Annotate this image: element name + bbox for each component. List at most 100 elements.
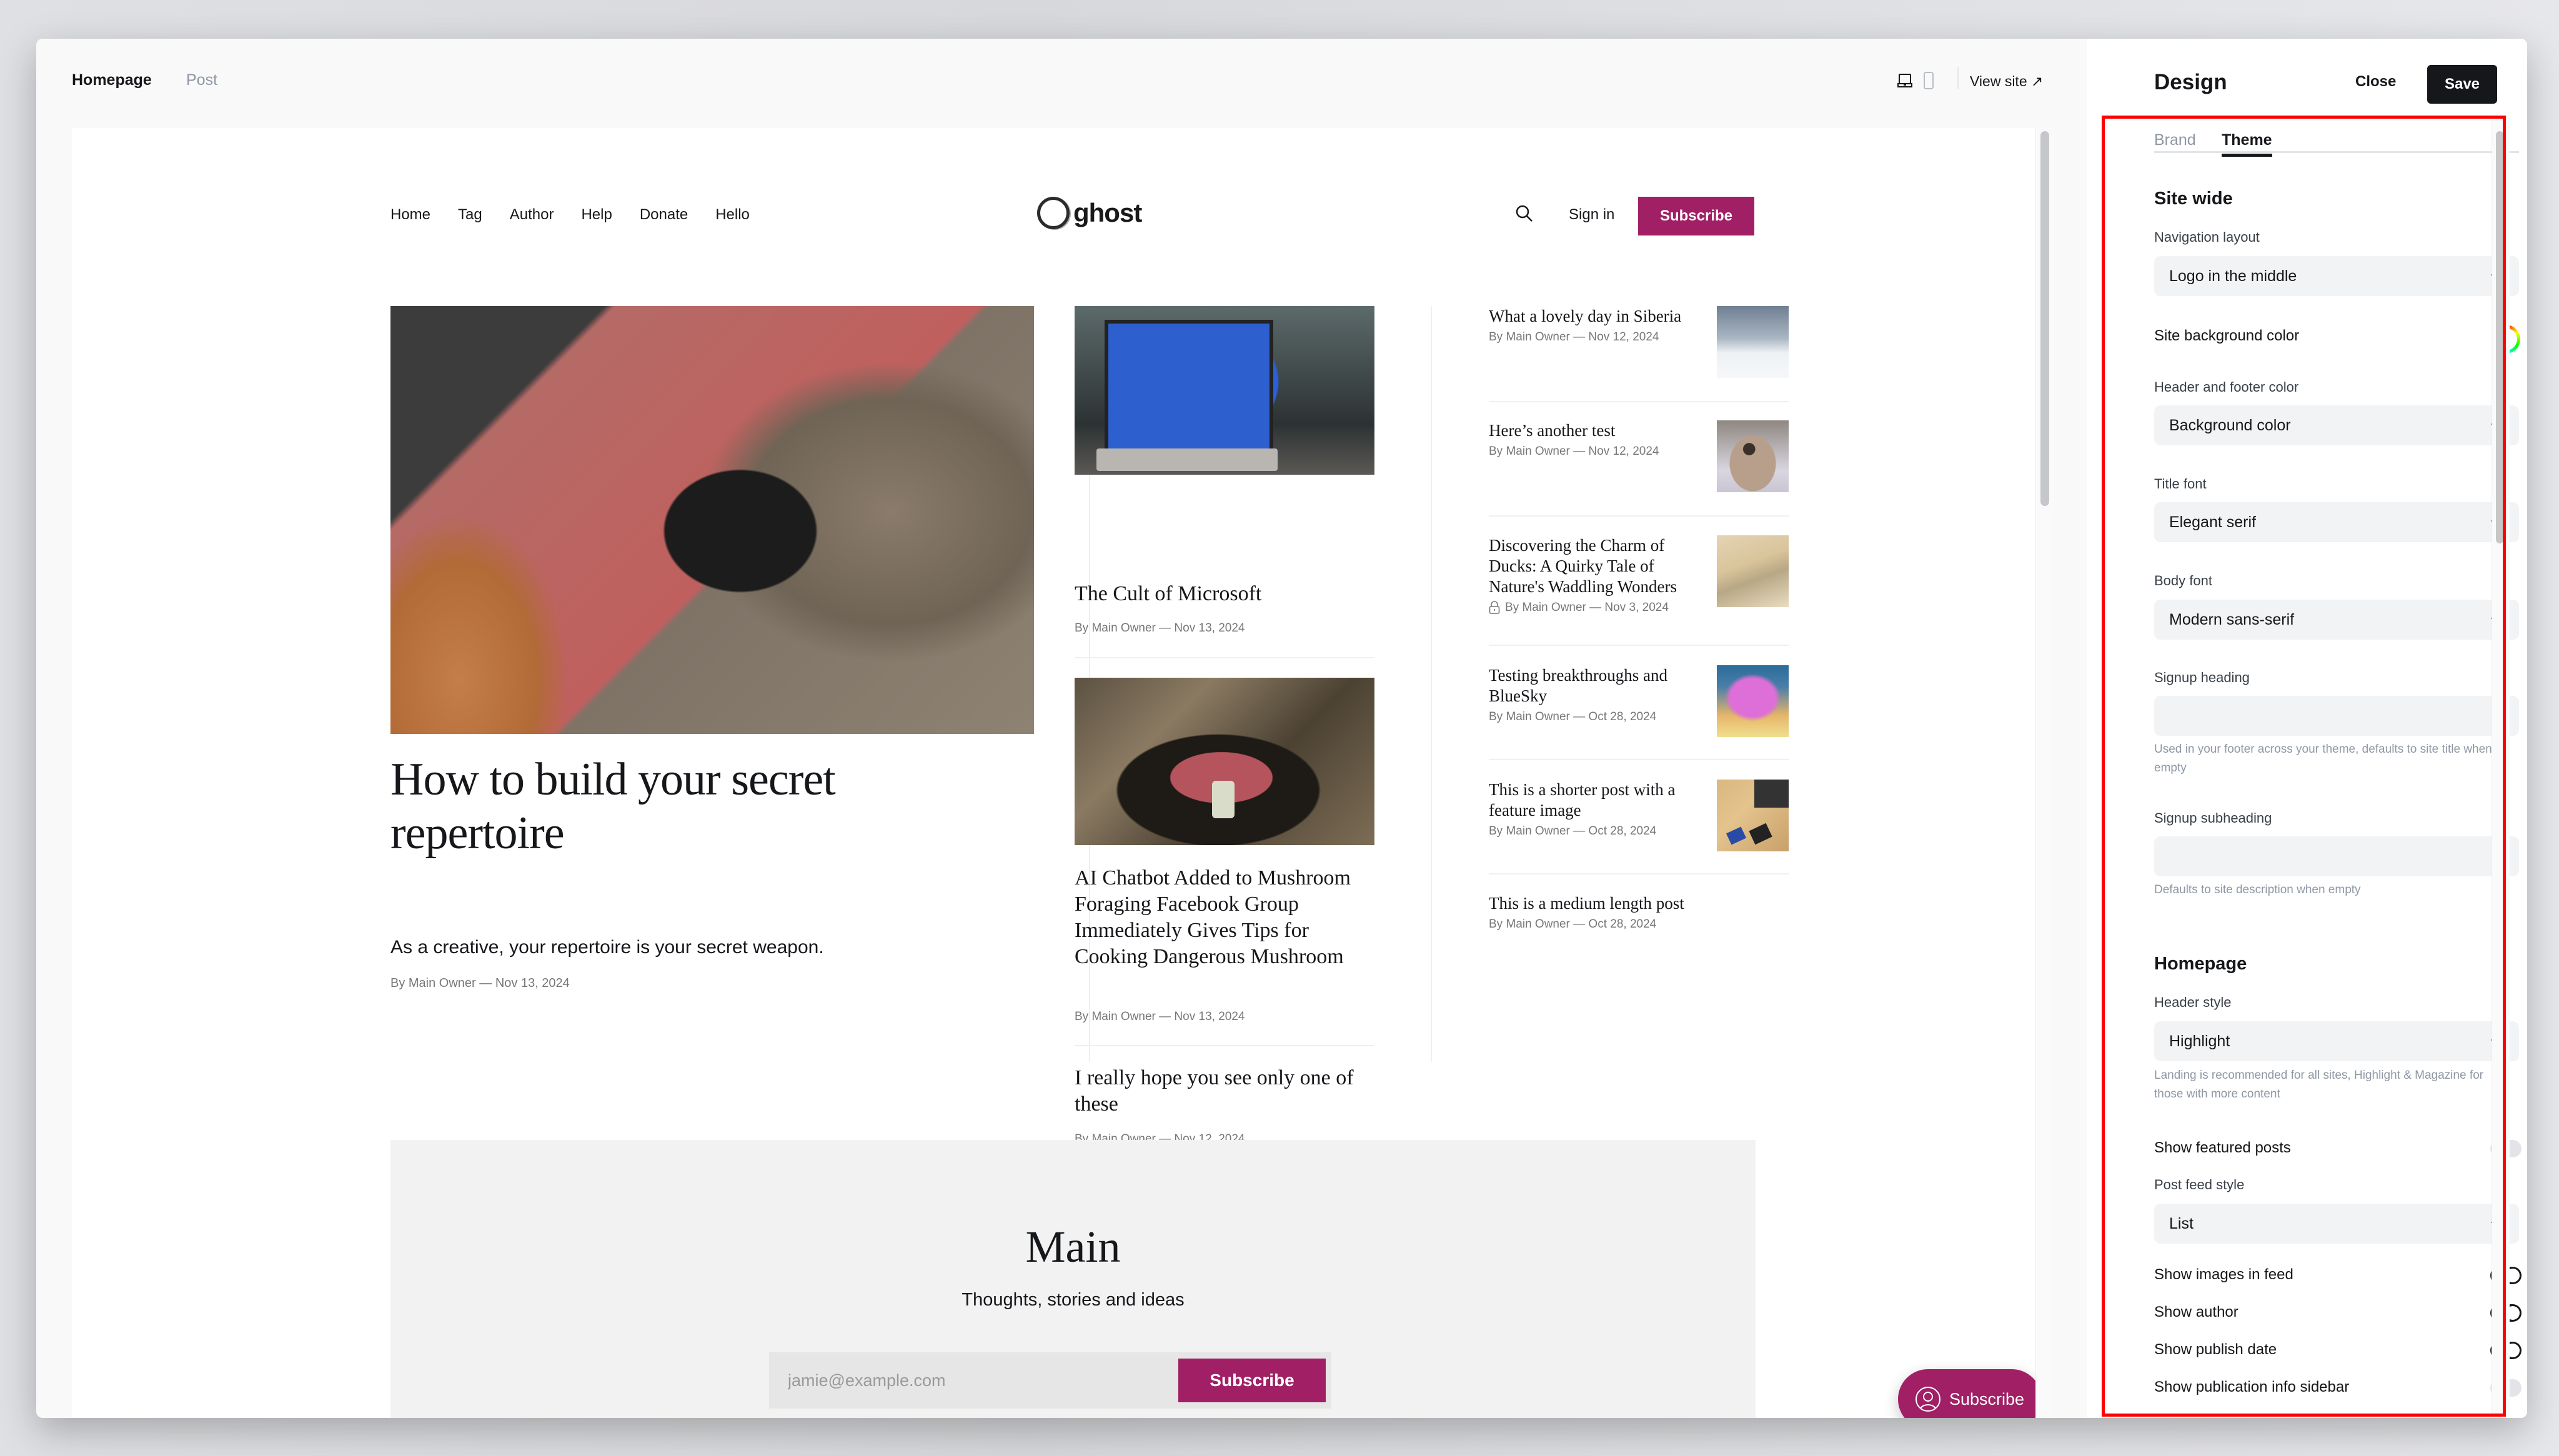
tab-homepage[interactable]: Homepage	[72, 71, 152, 89]
post-title[interactable]: Testing breakthroughs and BlueSky	[1489, 665, 1701, 706]
signup-title: Main	[1025, 1222, 1121, 1272]
show-publication-info-sidebar-label: Show publication info sidebar	[2154, 1379, 2350, 1395]
site-background-color-label: Site background color	[2154, 327, 2300, 344]
show-images-in-feed-label: Show images in feed	[2154, 1266, 2293, 1283]
nav-help[interactable]: Help	[581, 206, 612, 224]
tab-post[interactable]: Post	[186, 71, 217, 89]
signup-form: Subscribe	[769, 1352, 1331, 1409]
show-author-label: Show author	[2154, 1304, 2239, 1320]
site-nav: Home Tag Author Help Donate Hello	[390, 206, 777, 224]
ghost-logo-icon	[1037, 197, 1070, 229]
nav-author[interactable]: Author	[510, 206, 554, 224]
nav-donate[interactable]: Donate	[640, 206, 688, 224]
post-separator	[1489, 759, 1789, 760]
navigation-layout-select[interactable]: Logo in the middle	[2154, 256, 2519, 296]
signup-subheading-input[interactable]	[2154, 836, 2519, 876]
body-font-select[interactable]: Modern sans-serif	[2154, 600, 2519, 640]
list-item[interactable]: Testing breakthroughs and BlueSky By Mai…	[1489, 665, 1751, 724]
post-separator	[1075, 657, 1374, 658]
panel-tabs: Brand Theme	[2154, 131, 2519, 157]
post-thumbnail[interactable]	[1717, 306, 1789, 378]
header-style-select[interactable]: Highlight	[2154, 1021, 2519, 1061]
select-value: Highlight	[2169, 1033, 2230, 1050]
post-feed-style-label: Post feed style	[2154, 1177, 2245, 1192]
post-title[interactable]: AI Chatbot Added to Mushroom Foraging Fa…	[1075, 865, 1374, 970]
lock-icon	[1489, 601, 1500, 615]
nav-hello[interactable]: Hello	[715, 206, 750, 224]
select-value: Background color	[2169, 417, 2291, 434]
close-button[interactable]: Close	[2355, 73, 2396, 91]
toolbar-divider	[1957, 67, 1959, 89]
post-thumbnail[interactable]	[1717, 420, 1789, 492]
post-image-laptop[interactable]	[1075, 306, 1374, 475]
signup-subheading-label: Signup subheading	[2154, 810, 2272, 826]
save-button[interactable]: Save	[2427, 65, 2497, 104]
email-input[interactable]	[769, 1352, 1163, 1409]
post-image-mushroom[interactable]	[1075, 678, 1374, 845]
list-item[interactable]: What a lovely day in Siberia By Main Own…	[1489, 306, 1751, 344]
design-settings-window: Homepage Post View site ↗ Home Tag Autho…	[36, 39, 2527, 1418]
nav-tag[interactable]: Tag	[458, 206, 482, 224]
hero-post-title[interactable]: How to build your secret repertoire	[390, 753, 953, 860]
tab-theme[interactable]: Theme	[2222, 131, 2272, 157]
nav-home[interactable]: Home	[390, 206, 430, 224]
floating-subscribe-button[interactable]: Subscribe	[1898, 1369, 2042, 1418]
list-item[interactable]: This is a medium length post By Main Own…	[1489, 893, 1751, 931]
view-site-link[interactable]: View site ↗	[1970, 73, 2043, 90]
panel-scrollbar[interactable]	[2496, 131, 2503, 543]
logo-text: ghost	[1073, 198, 1142, 227]
post-meta: By Main Owner — Nov 12, 2024	[1489, 445, 1659, 458]
title-font-select[interactable]: Elegant serif	[2154, 502, 2519, 542]
panel-title: Design	[2154, 70, 2227, 94]
post-title[interactable]: Here’s another test	[1489, 420, 1751, 441]
post-separator	[1489, 873, 1789, 874]
post-title[interactable]: This is a shorter post with a feature im…	[1489, 780, 1701, 821]
post-meta: By Main Owner — Oct 28, 2024	[1489, 918, 1657, 931]
header-style-label: Header style	[2154, 994, 2232, 1010]
section-site-wide: Site wide	[2154, 189, 2233, 209]
list-item[interactable]: Discovering the Charm of Ducks: A Quirky…	[1489, 535, 1751, 615]
mobile-icon[interactable]	[1923, 71, 1934, 93]
post-title[interactable]: What a lovely day in Siberia	[1489, 306, 1751, 327]
column-divider	[1431, 306, 1432, 1062]
signup-section: Main Thoughts, stories and ideas Subscri…	[390, 1140, 1756, 1418]
header-style-hint: Landing is recommended for all sites, Hi…	[2154, 1069, 2483, 1101]
preview-toolbar: Homepage Post View site ↗	[36, 39, 2087, 127]
signup-subtitle: Thoughts, stories and ideas	[961, 1290, 1185, 1310]
header-subscribe-button[interactable]: Subscribe	[1638, 197, 1754, 235]
hero-feature-image[interactable]	[390, 306, 1034, 734]
post-meta: By Main Owner — Nov 13, 2024	[1075, 622, 1245, 635]
list-item[interactable]: Here’s another test By Main Owner — Nov …	[1489, 420, 1751, 458]
post-title[interactable]: The Cult of Microsoft	[1075, 581, 1374, 607]
preview-scrollbar[interactable]	[2040, 131, 2049, 506]
header-footer-color-select[interactable]: Background color	[2154, 405, 2519, 445]
post-meta: By Main Owner — Nov 13, 2024	[1075, 1010, 1245, 1023]
post-thumbnail[interactable]	[1717, 665, 1789, 737]
search-icon[interactable]	[1515, 204, 1534, 223]
post-meta: By Main Owner — Oct 28, 2024	[1489, 825, 1657, 838]
mushroom-stem	[1212, 781, 1235, 818]
signup-heading-input[interactable]	[2154, 696, 2519, 736]
select-value: Elegant serif	[2169, 513, 2256, 531]
hero-post-meta: By Main Owner — Nov 13, 2024	[390, 976, 570, 990]
thumb-card	[1726, 826, 1747, 845]
select-value: Logo in the middle	[2169, 267, 2297, 285]
header-footer-color-label: Header and footer color	[2154, 379, 2299, 395]
signup-subscribe-button[interactable]: Subscribe	[1178, 1359, 1326, 1402]
post-title[interactable]: I really hope you see only one of these	[1075, 1065, 1374, 1117]
sign-in-link[interactable]: Sign in	[1569, 206, 1614, 224]
thumb-drive	[1749, 823, 1772, 845]
site-logo[interactable]: ghost	[1037, 197, 1142, 229]
tab-brand[interactable]: Brand	[2154, 131, 2196, 149]
signup-subheading-hint: Defaults to site description when empty	[2154, 883, 2361, 896]
section-homepage: Homepage	[2154, 954, 2247, 974]
post-thumbnail[interactable]	[1717, 535, 1789, 607]
post-title[interactable]: This is a medium length post	[1489, 893, 1751, 914]
post-thumbnail[interactable]	[1717, 780, 1789, 851]
post-feed-style-select[interactable]: List	[2154, 1204, 2519, 1244]
hero-post-excerpt: As a creative, your repertoire is your s…	[390, 937, 824, 958]
post-title[interactable]: Discovering the Charm of Ducks: A Quirky…	[1489, 535, 1701, 597]
desktop-icon[interactable]	[1897, 72, 1912, 87]
list-item[interactable]: This is a shorter post with a feature im…	[1489, 780, 1751, 838]
navigation-layout-label: Navigation layout	[2154, 229, 2260, 245]
